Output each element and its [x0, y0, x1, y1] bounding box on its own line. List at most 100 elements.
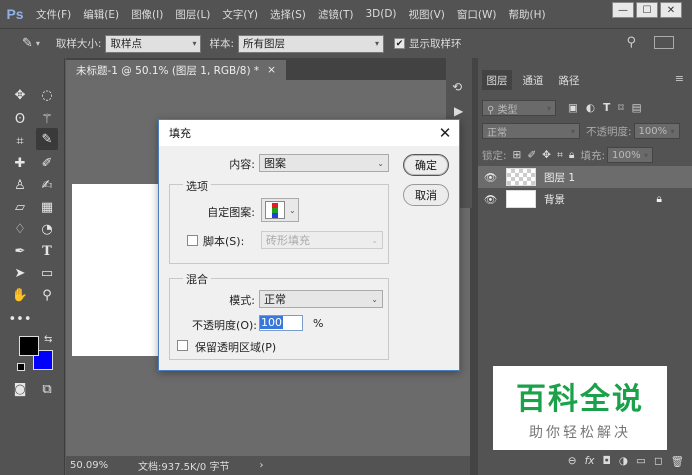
lock-pixels-icon[interactable]: ✐	[527, 149, 536, 161]
rectangle-tool-icon[interactable]: ▭	[36, 262, 58, 284]
ok-button[interactable]: 确定	[403, 154, 449, 176]
shape-filter-icon[interactable]: ⌑	[618, 102, 623, 114]
link-layers-icon[interactable]: ⊖	[568, 455, 577, 467]
sample-size-select[interactable]: 取样点 ▾	[105, 34, 202, 53]
eye-icon[interactable]: 👁︎	[484, 171, 500, 184]
blend-mode-select[interactable]: 正常 ▾	[482, 123, 580, 139]
opacity-input[interactable]: 100	[259, 315, 303, 331]
zoom-tool-icon[interactable]: ⚲	[36, 284, 58, 306]
menu-edit[interactable]: 编辑(E)	[77, 7, 125, 22]
panel-menu-icon[interactable]: ≡	[675, 72, 684, 85]
quick-mask-icon[interactable]: ◙	[9, 378, 31, 400]
screen-mode-icon[interactable]: ⧉	[36, 378, 58, 400]
layer-name[interactable]: 图层 1	[544, 170, 575, 185]
trash-icon[interactable]: 🗑︎	[671, 455, 684, 468]
eraser-tool-icon[interactable]: ▱	[9, 196, 31, 218]
layer-style-icon[interactable]: fx	[585, 455, 595, 467]
layer-row[interactable]: 👁︎ 图层 1	[478, 166, 692, 188]
menu-select[interactable]: 选择(S)	[264, 7, 312, 22]
actions-panel-icon[interactable]: ▶	[454, 104, 463, 118]
menu-filter[interactable]: 滤镜(T)	[312, 7, 360, 22]
foreground-color-swatch[interactable]	[19, 336, 39, 356]
menu-view[interactable]: 视图(V)	[403, 7, 451, 22]
menu-layer[interactable]: 图层(L)	[169, 7, 216, 22]
default-colors-icon[interactable]	[17, 363, 25, 371]
status-menu-chevron-icon[interactable]: ›	[259, 460, 263, 471]
pattern-picker[interactable]: ⌄	[261, 198, 299, 222]
lock-artboard-icon[interactable]: ⌗	[557, 149, 563, 162]
script-checkbox[interactable]	[187, 235, 198, 246]
pixel-filter-icon[interactable]: ▣	[568, 102, 578, 114]
type-tool-icon[interactable]: T	[36, 240, 58, 262]
layer-filter-value: ⚲ 类型	[487, 104, 518, 116]
dialog-titlebar[interactable]: 填充 ✕	[159, 120, 459, 146]
add-mask-icon[interactable]: ◘	[603, 455, 611, 467]
mode-select[interactable]: 正常 ⌄	[259, 290, 383, 308]
opacity-input[interactable]: 100% ▾	[633, 123, 680, 139]
minimize-icon[interactable]: —	[612, 2, 634, 18]
menu-type[interactable]: 文字(Y)	[216, 7, 264, 22]
dodge-tool-icon[interactable]: ◔	[36, 218, 58, 240]
menu-file[interactable]: 文件(F)	[30, 7, 77, 22]
lock-position-icon[interactable]: ✥	[542, 149, 551, 161]
close-icon[interactable]: ✕	[660, 2, 682, 18]
tab-layers[interactable]: 图层	[482, 70, 512, 90]
script-select[interactable]: 砖形填充 ⌄	[261, 231, 383, 249]
eye-icon[interactable]: 👁︎	[484, 193, 500, 206]
cancel-button[interactable]: 取消	[403, 184, 449, 206]
smart-object-filter-icon[interactable]: ▤	[632, 102, 642, 114]
lasso-tool-icon[interactable]: ʘ	[9, 108, 31, 130]
type-filter-icon[interactable]: T	[603, 102, 610, 114]
hand-tool-icon[interactable]: ✋	[9, 284, 31, 306]
new-group-icon[interactable]: ▭	[636, 455, 646, 467]
crop-tool-icon[interactable]: ⌗	[9, 130, 31, 152]
zoom-level[interactable]: 50.09%	[70, 460, 110, 471]
search-icon[interactable]: ⚲	[626, 35, 636, 50]
menu-window[interactable]: 窗口(W)	[451, 7, 503, 22]
new-layer-icon[interactable]: ◻	[654, 455, 663, 467]
magic-wand-tool-icon[interactable]: ⚚	[36, 108, 58, 130]
document-canvas[interactable]	[72, 184, 160, 356]
move-tool-icon[interactable]: ✥	[9, 84, 31, 106]
layer-filter-select[interactable]: ⚲ 类型 ▾	[482, 100, 556, 116]
sample-select[interactable]: 所有图层 ▾	[238, 34, 385, 53]
close-icon[interactable]: ✕	[435, 123, 455, 143]
watermark-title: 百科全说	[516, 382, 644, 417]
marquee-tool-icon[interactable]: ◌	[36, 84, 58, 106]
layer-name[interactable]: 背景	[544, 192, 565, 207]
close-tab-icon[interactable]: ×	[267, 64, 276, 76]
pen-tool-icon[interactable]: ✒	[9, 240, 31, 262]
preserve-transparency-checkbox[interactable]	[177, 340, 188, 351]
lock-transparent-icon[interactable]: ⊞	[513, 149, 522, 161]
menu-image[interactable]: 图像(I)	[125, 7, 169, 22]
stamp-tool-icon[interactable]: ♙	[9, 174, 31, 196]
maximize-icon[interactable]: ☐	[636, 2, 658, 18]
blur-tool-icon[interactable]: ♢	[9, 218, 31, 240]
history-panel-icon[interactable]: ⟲	[452, 80, 462, 94]
content-select[interactable]: 图案 ⌄	[259, 154, 389, 172]
adjustment-layer-icon[interactable]: ◑	[619, 455, 628, 467]
workspace-icon[interactable]	[654, 36, 674, 49]
tab-channels[interactable]: 通道	[518, 70, 548, 90]
adjustment-filter-icon[interactable]: ◐	[586, 102, 595, 114]
fill-input[interactable]: 100% ▾	[607, 147, 654, 163]
eyedropper-tool-icon[interactable]: ✎	[36, 128, 58, 150]
menu-3d[interactable]: 3D(D)	[359, 8, 402, 20]
healing-brush-tool-icon[interactable]: ✚	[9, 152, 31, 174]
tab-paths[interactable]: 路径	[554, 70, 584, 90]
lock-all-icon[interactable]: 🔒︎	[569, 149, 575, 162]
document-tab[interactable]: 未标题-1 @ 50.1% (图层 1, RGB/8) * ×	[66, 60, 286, 80]
tool-preset-chevron-icon[interactable]: ▾	[36, 39, 40, 48]
gradient-tool-icon[interactable]: ▦	[36, 196, 58, 218]
layer-row[interactable]: 👁︎ 背景 🔒︎	[478, 188, 692, 210]
menu-help[interactable]: 帮助(H)	[503, 7, 552, 22]
path-selection-tool-icon[interactable]: ➤	[9, 262, 31, 284]
chevron-down-icon: ▾	[570, 126, 575, 136]
swap-colors-icon[interactable]: ⇆	[44, 334, 52, 345]
show-sampling-ring-checkbox[interactable]: ✔	[394, 38, 406, 49]
fill-dialog: 填充 ✕ 内容: 图案 ⌄ 确定 取消 选项 自定图案: ⌄ 脚本(S): 砖形…	[158, 119, 460, 371]
brush-tool-icon[interactable]: ✐	[36, 152, 58, 174]
history-brush-tool-icon[interactable]: ✍	[36, 174, 58, 196]
eyedropper-tool-icon[interactable]: ✎	[22, 36, 33, 51]
more-tools-icon[interactable]: •••	[9, 308, 32, 330]
